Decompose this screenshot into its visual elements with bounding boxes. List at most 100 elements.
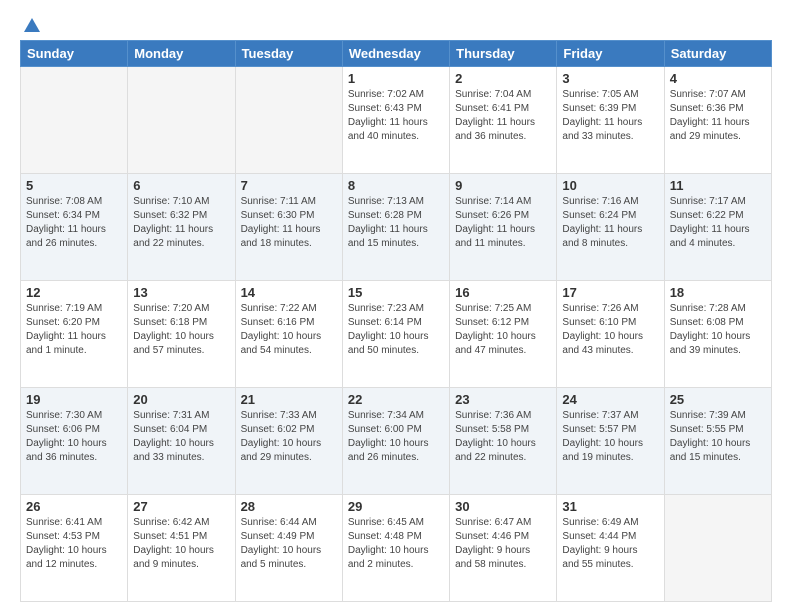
day-number: 31: [562, 499, 658, 514]
day-number: 20: [133, 392, 229, 407]
calendar-cell: 5 Sunrise: 7:08 AM Sunset: 6:34 PM Daylig…: [21, 174, 128, 281]
weekday-header-row: SundayMondayTuesdayWednesdayThursdayFrid…: [21, 41, 772, 67]
calendar-cell: 28 Sunrise: 6:44 AM Sunset: 4:49 PM Dayli…: [235, 495, 342, 602]
day-info: Sunrise: 6:41 AM Sunset: 4:53 PM Dayligh…: [26, 516, 122, 572]
day-number: 11: [670, 178, 766, 193]
calendar-week-row: 12Sunrise: 7:19 AM Sunset: 6:20 PM Dayli…: [21, 281, 772, 388]
day-info: Sunrise: 6:47 AM Sunset: 4:46 PM Dayligh…: [455, 516, 551, 572]
day-info: Sunrise: 7:20 AM Sunset: 6:18 PM Dayligh…: [133, 302, 229, 358]
calendar-cell: 2Sunrise: 7:04 AM Sunset: 6:41 PM Daylig…: [450, 67, 557, 174]
day-number: 19: [26, 392, 122, 407]
page: SundayMondayTuesdayWednesdayThursdayFrid…: [0, 0, 792, 612]
calendar-cell: [664, 495, 771, 602]
day-info: Sunrise: 7:13 AM Sunset: 6:28 PM Dayligh…: [348, 195, 444, 251]
day-number: 15: [348, 285, 444, 300]
calendar-cell: 19 Sunrise: 7:30 AM Sunset: 6:06 PM Dayli…: [21, 388, 128, 495]
day-number: 8: [348, 178, 444, 193]
calendar-cell: 24 Sunrise: 7:37 AM Sunset: 5:57 PM Dayli…: [557, 388, 664, 495]
day-number: 25: [670, 392, 766, 407]
calendar-cell: 15 Sunrise: 7:23 AM Sunset: 6:14 PM Dayli…: [342, 281, 449, 388]
day-info: Sunrise: 7:11 AM Sunset: 6:30 PM Dayligh…: [241, 195, 337, 251]
day-number: 5: [26, 178, 122, 193]
calendar-cell: 27Sunrise: 6:42 AM Sunset: 4:51 PM Dayli…: [128, 495, 235, 602]
calendar-cell: 23Sunrise: 7:36 AM Sunset: 5:58 PM Dayli…: [450, 388, 557, 495]
weekday-header-friday: Friday: [557, 41, 664, 67]
calendar-cell: 6 Sunrise: 7:10 AM Sunset: 6:32 PM Daylig…: [128, 174, 235, 281]
day-number: 14: [241, 285, 337, 300]
calendar-cell: 17 Sunrise: 7:26 AM Sunset: 6:10 PM Dayli…: [557, 281, 664, 388]
day-number: 9: [455, 178, 551, 193]
calendar-cell: 4Sunrise: 7:07 AM Sunset: 6:36 PM Daylig…: [664, 67, 771, 174]
calendar-cell: [128, 67, 235, 174]
day-number: 26: [26, 499, 122, 514]
day-info: Sunrise: 7:16 AM Sunset: 6:24 PM Dayligh…: [562, 195, 658, 251]
calendar-cell: 22 Sunrise: 7:34 AM Sunset: 6:00 PM Dayli…: [342, 388, 449, 495]
day-info: Sunrise: 7:26 AM Sunset: 6:10 PM Dayligh…: [562, 302, 658, 358]
day-info: Sunrise: 7:30 AM Sunset: 6:06 PM Dayligh…: [26, 409, 122, 465]
logo: [20, 16, 42, 32]
day-number: 16: [455, 285, 551, 300]
calendar-week-row: 5 Sunrise: 7:08 AM Sunset: 6:34 PM Daylig…: [21, 174, 772, 281]
day-number: 29: [348, 499, 444, 514]
weekday-header-tuesday: Tuesday: [235, 41, 342, 67]
calendar-cell: 1 Sunrise: 7:02 AM Sunset: 6:43 PM Daylig…: [342, 67, 449, 174]
day-info: Sunrise: 7:25 AM Sunset: 6:12 PM Dayligh…: [455, 302, 551, 358]
day-info: Sunrise: 6:49 AM Sunset: 4:44 PM Dayligh…: [562, 516, 658, 572]
logo-icon: [22, 16, 42, 36]
day-info: Sunrise: 6:44 AM Sunset: 4:49 PM Dayligh…: [241, 516, 337, 572]
calendar-cell: [21, 67, 128, 174]
day-info: Sunrise: 7:14 AM Sunset: 6:26 PM Dayligh…: [455, 195, 551, 251]
weekday-header-sunday: Sunday: [21, 41, 128, 67]
calendar-cell: 25 Sunrise: 7:39 AM Sunset: 5:55 PM Dayli…: [664, 388, 771, 495]
weekday-header-thursday: Thursday: [450, 41, 557, 67]
calendar-cell: [235, 67, 342, 174]
day-number: 3: [562, 71, 658, 86]
weekday-header-saturday: Saturday: [664, 41, 771, 67]
day-info: Sunrise: 7:05 AM Sunset: 6:39 PM Dayligh…: [562, 88, 658, 144]
day-info: Sunrise: 6:42 AM Sunset: 4:51 PM Dayligh…: [133, 516, 229, 572]
weekday-header-monday: Monday: [128, 41, 235, 67]
calendar-cell: 8 Sunrise: 7:13 AM Sunset: 6:28 PM Daylig…: [342, 174, 449, 281]
day-info: Sunrise: 7:36 AM Sunset: 5:58 PM Dayligh…: [455, 409, 551, 465]
day-info: Sunrise: 7:07 AM Sunset: 6:36 PM Dayligh…: [670, 88, 766, 144]
day-number: 1: [348, 71, 444, 86]
day-info: Sunrise: 7:33 AM Sunset: 6:02 PM Dayligh…: [241, 409, 337, 465]
calendar-week-row: 19 Sunrise: 7:30 AM Sunset: 6:06 PM Dayli…: [21, 388, 772, 495]
calendar-cell: 14Sunrise: 7:22 AM Sunset: 6:16 PM Dayli…: [235, 281, 342, 388]
calendar-cell: 13 Sunrise: 7:20 AM Sunset: 6:18 PM Dayli…: [128, 281, 235, 388]
calendar-cell: 18Sunrise: 7:28 AM Sunset: 6:08 PM Dayli…: [664, 281, 771, 388]
day-number: 13: [133, 285, 229, 300]
calendar-week-row: 1 Sunrise: 7:02 AM Sunset: 6:43 PM Daylig…: [21, 67, 772, 174]
day-info: Sunrise: 7:19 AM Sunset: 6:20 PM Dayligh…: [26, 302, 122, 358]
day-info: Sunrise: 7:08 AM Sunset: 6:34 PM Dayligh…: [26, 195, 122, 251]
day-number: 24: [562, 392, 658, 407]
day-info: Sunrise: 7:39 AM Sunset: 5:55 PM Dayligh…: [670, 409, 766, 465]
day-number: 6: [133, 178, 229, 193]
weekday-header-wednesday: Wednesday: [342, 41, 449, 67]
day-number: 28: [241, 499, 337, 514]
day-number: 7: [241, 178, 337, 193]
calendar-cell: 29 Sunrise: 6:45 AM Sunset: 4:48 PM Dayli…: [342, 495, 449, 602]
calendar-cell: 12Sunrise: 7:19 AM Sunset: 6:20 PM Dayli…: [21, 281, 128, 388]
calendar-cell: 3 Sunrise: 7:05 AM Sunset: 6:39 PM Daylig…: [557, 67, 664, 174]
day-info: Sunrise: 7:23 AM Sunset: 6:14 PM Dayligh…: [348, 302, 444, 358]
day-info: Sunrise: 7:37 AM Sunset: 5:57 PM Dayligh…: [562, 409, 658, 465]
header: [20, 16, 772, 32]
day-number: 30: [455, 499, 551, 514]
day-info: Sunrise: 7:31 AM Sunset: 6:04 PM Dayligh…: [133, 409, 229, 465]
day-info: Sunrise: 7:10 AM Sunset: 6:32 PM Dayligh…: [133, 195, 229, 251]
calendar-cell: 26 Sunrise: 6:41 AM Sunset: 4:53 PM Dayli…: [21, 495, 128, 602]
day-info: Sunrise: 7:02 AM Sunset: 6:43 PM Dayligh…: [348, 88, 444, 144]
calendar-cell: 20 Sunrise: 7:31 AM Sunset: 6:04 PM Dayli…: [128, 388, 235, 495]
day-number: 10: [562, 178, 658, 193]
day-number: 18: [670, 285, 766, 300]
calendar-week-row: 26 Sunrise: 6:41 AM Sunset: 4:53 PM Dayli…: [21, 495, 772, 602]
calendar-cell: 11Sunrise: 7:17 AM Sunset: 6:22 PM Dayli…: [664, 174, 771, 281]
day-number: 22: [348, 392, 444, 407]
day-info: Sunrise: 7:04 AM Sunset: 6:41 PM Dayligh…: [455, 88, 551, 144]
calendar-cell: 10 Sunrise: 7:16 AM Sunset: 6:24 PM Dayli…: [557, 174, 664, 281]
day-number: 17: [562, 285, 658, 300]
day-info: Sunrise: 6:45 AM Sunset: 4:48 PM Dayligh…: [348, 516, 444, 572]
day-info: Sunrise: 7:34 AM Sunset: 6:00 PM Dayligh…: [348, 409, 444, 465]
calendar-cell: 21Sunrise: 7:33 AM Sunset: 6:02 PM Dayli…: [235, 388, 342, 495]
